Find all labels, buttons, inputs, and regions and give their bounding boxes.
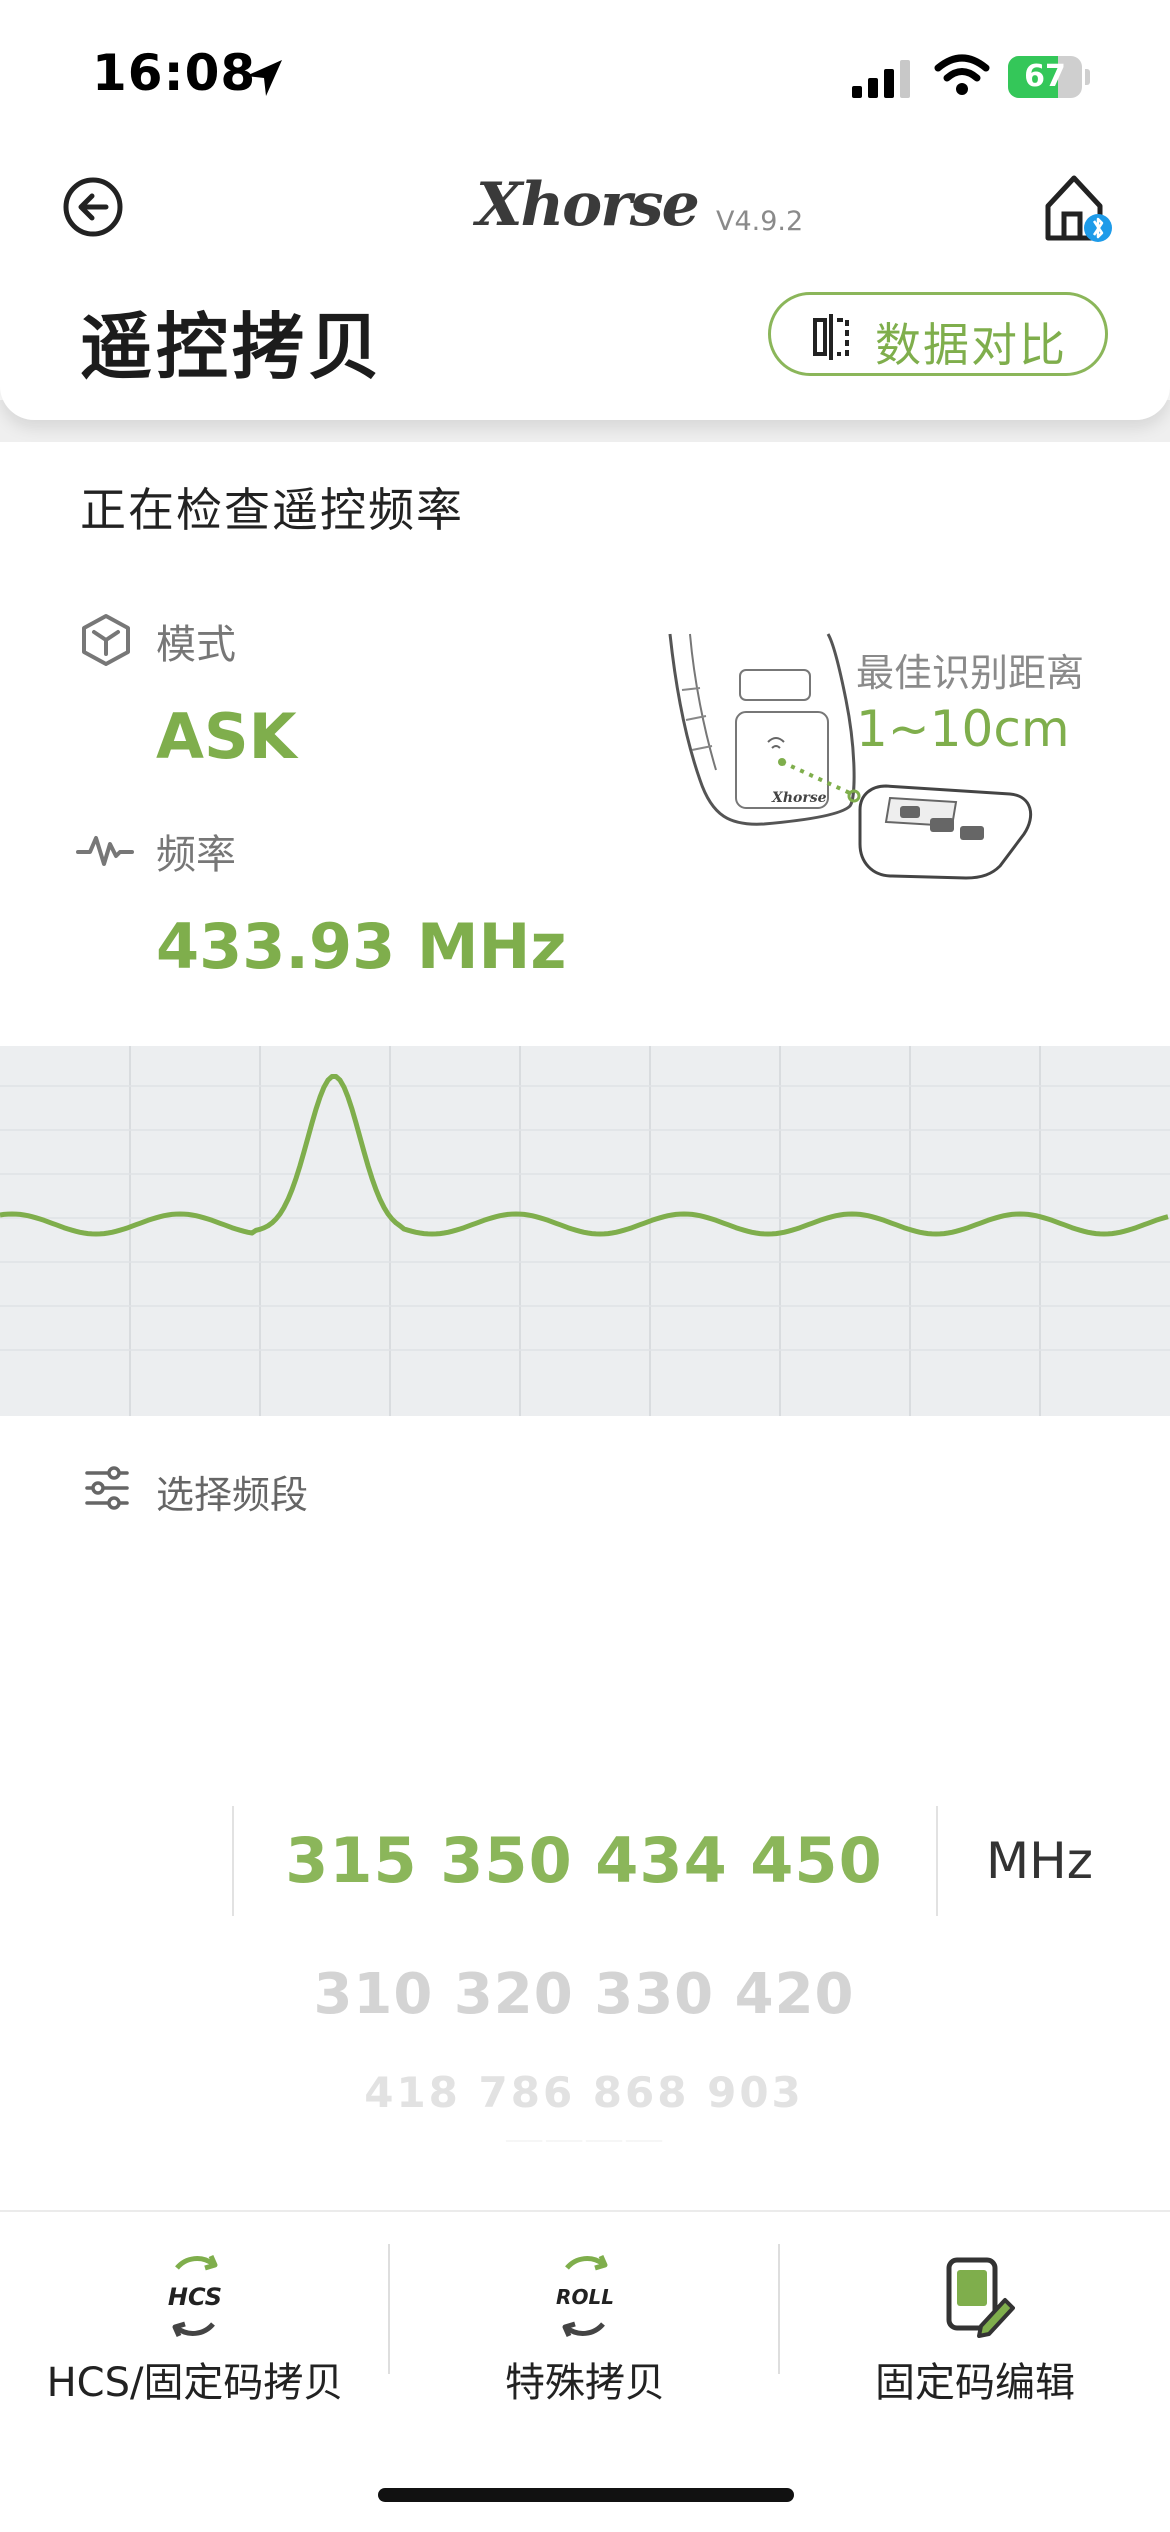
- svg-text:Xhorse: Xhorse: [771, 790, 827, 806]
- battery-body: 67: [1008, 56, 1082, 98]
- status-time: 16:08: [92, 44, 257, 102]
- status-bar: 16:08 67: [0, 0, 1170, 150]
- compare-icon: [813, 314, 849, 360]
- edit-code-icon: [946, 2257, 1015, 2338]
- wifi-icon: [934, 54, 990, 95]
- brand-name: Xhorse: [476, 170, 700, 240]
- band-select-label: 选择频段: [156, 1473, 309, 1517]
- battery-level: 67: [1024, 59, 1066, 94]
- sliders-icon: [85, 1466, 129, 1510]
- mode-value: ASK: [156, 700, 297, 773]
- frequency-label: 频率: [156, 832, 236, 878]
- cube-icon: [82, 614, 130, 666]
- mode-label: 模式: [156, 622, 236, 668]
- nav-fixed-code-edit-label: 固定码编辑: [875, 2360, 1075, 2406]
- band-unit: MHz: [986, 1832, 1093, 1890]
- roll-icon-text: ROLL: [556, 2285, 614, 2309]
- battery-indicator: 67: [1008, 56, 1090, 98]
- band-option[interactable]: 418 786 868 903: [234, 2068, 934, 2117]
- signal-waveform: [0, 1046, 1170, 1416]
- hcs-icon-text: HCS: [168, 2283, 222, 2311]
- battery-cap: [1085, 69, 1090, 85]
- hcs-icon: HCS: [168, 2254, 222, 2338]
- back-button[interactable]: [62, 176, 124, 238]
- nav-hcs-copy-label: HCS/固定码拷贝: [46, 2360, 344, 2406]
- band-option[interactable]: 310 320 330 420: [234, 1962, 934, 2027]
- frequency-value: 433.93 MHz: [156, 910, 567, 983]
- picker-divider-right: [936, 1806, 938, 1916]
- data-compare-label: 数据对比: [875, 318, 1067, 372]
- location-arrow-icon: [246, 60, 282, 96]
- nav-fixed-code-edit[interactable]: 固定码编辑: [780, 2212, 1170, 2442]
- distance-value: 1~10cm: [856, 700, 1070, 758]
- home-indicator[interactable]: [378, 2488, 794, 2502]
- band-option[interactable]: ───── ───── ───── ─────: [234, 2134, 934, 2142]
- cellular-signal-icon: [852, 60, 910, 98]
- app-version: V4.9.2: [716, 206, 804, 237]
- data-compare-button[interactable]: 数据对比: [768, 292, 1108, 376]
- page-title: 遥控拷贝: [80, 305, 385, 389]
- nav-special-copy-label: 特殊拷贝: [505, 2360, 665, 2406]
- detection-status: 正在检查遥控频率: [80, 483, 464, 537]
- brand-logo: Xhorse V4.9.2: [476, 170, 816, 244]
- bottom-nav: HCS HCS/固定码拷贝 ROLL 特殊拷贝 固定码编辑: [0, 2210, 1170, 2532]
- band-option-selected[interactable]: 315 350 434 450: [234, 1824, 934, 1897]
- roll-icon: ROLL: [556, 2254, 614, 2338]
- nav-hcs-copy[interactable]: HCS HCS/固定码拷贝: [0, 2212, 390, 2442]
- nav-special-copy[interactable]: ROLL 特殊拷贝: [390, 2212, 780, 2442]
- home-bluetooth-button[interactable]: [1040, 170, 1114, 246]
- distance-label: 最佳识别距离: [856, 651, 1085, 695]
- pulse-icon: [76, 836, 134, 866]
